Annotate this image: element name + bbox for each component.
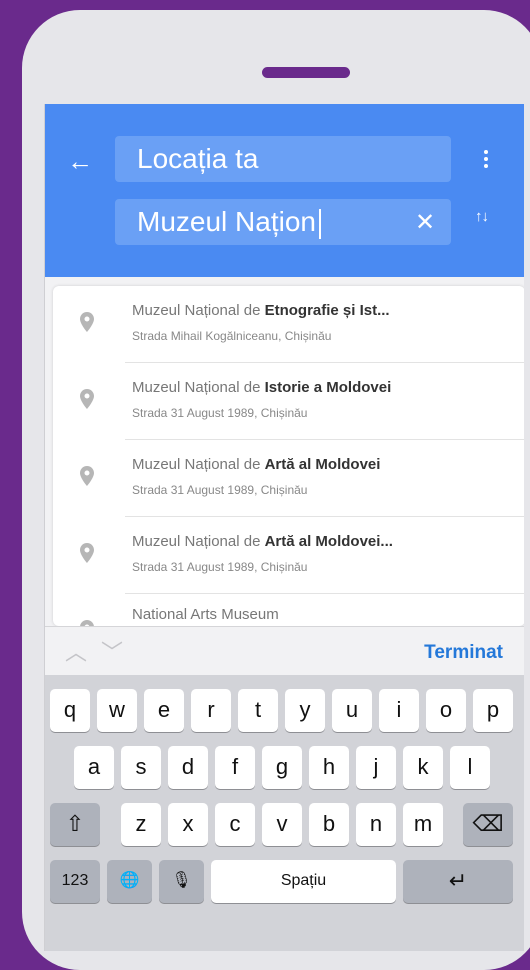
keyboard: q w e r t y u i o p a s d f g h j k l ⇧ … [45,675,524,951]
suggestions-list: Muzeul Național de Etnografie și Ist... … [53,286,524,626]
key-a[interactable]: a [74,746,114,789]
key-w[interactable]: w [97,689,137,732]
destination-text: Muzeul Națion [137,206,316,237]
origin-input[interactable]: Locația ta [115,136,451,182]
key-b[interactable]: b [309,803,349,846]
result-subtitle: Strada Mihail Kogălniceanu, Chișinău [132,329,332,343]
key-i[interactable]: i [379,689,419,732]
text-cursor [318,208,321,239]
key-j[interactable]: j [356,746,396,789]
key-g[interactable]: g [262,746,302,789]
numbers-key[interactable]: 123 [50,860,100,903]
keyboard-accessory-bar: ︿ ﹀ Terminat [45,626,524,675]
location-pin-icon [80,312,94,332]
key-h[interactable]: h [309,746,349,789]
key-t[interactable]: t [238,689,278,732]
list-item[interactable]: Muzeul Național de Istorie a Moldovei St… [53,363,524,440]
chevron-down-icon[interactable]: ﹀ [101,635,123,667]
key-l[interactable]: l [450,746,490,789]
location-pin-icon [80,389,94,409]
result-subtitle: Strada 31 August 1989, Chișinău [132,406,308,420]
space-key[interactable]: Spațiu [211,860,396,903]
key-n[interactable]: n [356,803,396,846]
key-q[interactable]: q [50,689,90,732]
result-title-prefix: Muzeul Național de [132,379,265,396]
key-u[interactable]: u [332,689,372,732]
result-title-bold: Istorie a Moldovei [264,379,392,396]
list-item[interactable]: Muzeul Național de Artă al Moldovei Stra… [53,440,524,517]
close-icon[interactable]: ✕ [415,211,435,235]
result-title-bold: Artă al Moldovei [264,456,381,473]
key-x[interactable]: x [168,803,208,846]
done-button[interactable]: Terminat [424,642,503,664]
key-f[interactable]: f [215,746,255,789]
result-title-bold: Etnografie și Ist... [264,302,390,319]
key-z[interactable]: z [121,803,161,846]
key-r[interactable]: r [191,689,231,732]
key-v[interactable]: v [262,803,302,846]
list-item[interactable]: Muzeul Național de Artă al Moldovei... S… [53,517,524,594]
route-header: ← Locația ta Muzeul Națion ✕ ↑↓ [45,104,524,277]
chevron-up-icon[interactable]: ︿ [65,635,87,667]
delete-key[interactable]: ⌫ [463,803,513,846]
destination-input[interactable]: Muzeul Națion [115,199,451,245]
result-title-prefix: Muzeul Național de [132,533,265,550]
microphone-icon[interactable]: 🎙 [159,860,204,903]
origin-text: Locația ta [137,143,259,174]
result-title-prefix: National Arts Museum [132,606,279,623]
result-title-prefix: Muzeul Național de [132,456,265,473]
key-d[interactable]: d [168,746,208,789]
key-e[interactable]: e [144,689,184,732]
key-p[interactable]: p [473,689,513,732]
result-title-prefix: Muzeul Național de [132,302,265,319]
key-k[interactable]: k [403,746,443,789]
key-o[interactable]: o [426,689,466,732]
result-subtitle: Strada 31 August 1989, Chișinău [132,560,308,574]
screen: ← Locația ta Muzeul Națion ✕ ↑↓ Muzeul N… [44,104,524,951]
list-item[interactable]: Muzeul Național de Etnografie și Ist... … [53,286,524,363]
key-s[interactable]: s [121,746,161,789]
shift-key[interactable]: ⇧ [50,803,100,846]
back-arrow-icon[interactable]: ← [67,146,97,176]
speaker-grille [262,67,350,78]
result-title-bold: Artă al Moldovei... [264,533,393,550]
list-item[interactable]: National Arts Museum [53,594,524,626]
return-key[interactable]: ↵ [403,860,513,903]
location-pin-icon [80,466,94,486]
key-y[interactable]: y [285,689,325,732]
globe-icon[interactable]: 🌐 [107,860,152,903]
swap-vertical-icon[interactable]: ↑↓ [475,208,489,225]
result-subtitle: Strada 31 August 1989, Chișinău [132,483,308,497]
location-pin-icon [80,543,94,563]
key-c[interactable]: c [215,803,255,846]
more-vert-icon[interactable] [479,148,493,172]
key-m[interactable]: m [403,803,443,846]
